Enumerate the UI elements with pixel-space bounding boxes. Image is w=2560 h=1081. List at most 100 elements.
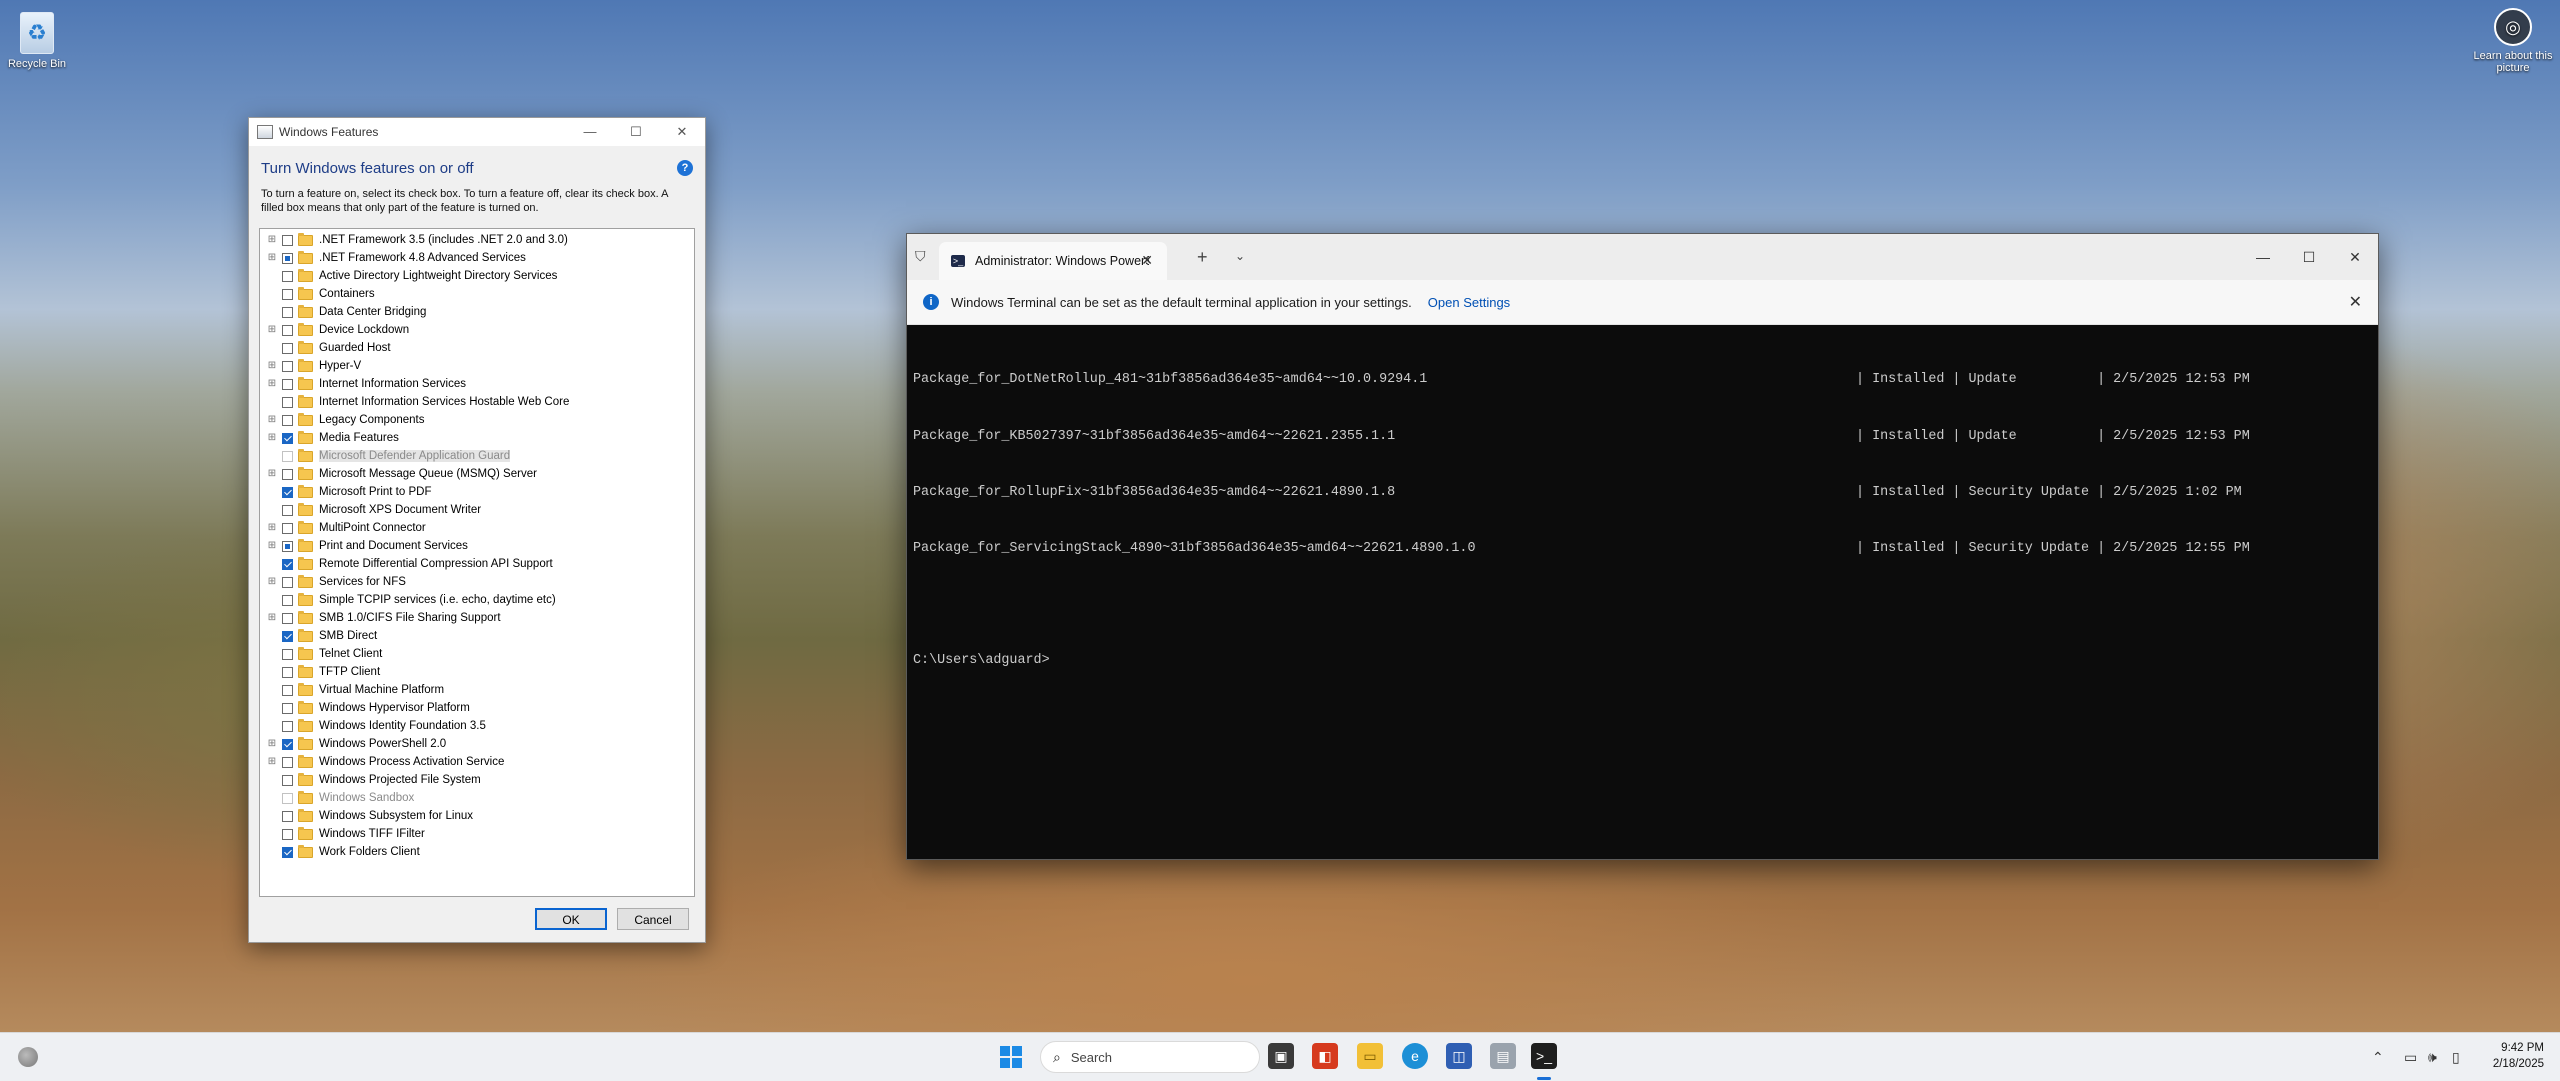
close-button[interactable]: ✕ [659,118,705,146]
feature-checkbox[interactable] [282,306,293,318]
feature-checkbox[interactable] [282,288,293,300]
feature-row[interactable]: ⊞ Media Features [260,429,692,447]
feature-checkbox[interactable] [282,468,293,480]
feature-row[interactable]: Telnet Client [260,645,692,663]
chevron-up-icon[interactable]: ⌃ [2372,1049,2384,1066]
feature-row[interactable]: ⊞ .NET Framework 3.5 (includes .NET 2.0 a… [260,231,692,249]
feature-row[interactable]: Windows Projected File System [260,771,692,789]
feature-row[interactable]: SMB Direct [260,627,692,645]
feature-row[interactable]: Virtual Machine Platform [260,681,692,699]
feature-row[interactable]: ⊞ Windows PowerShell 2.0 [260,735,692,753]
feature-row[interactable]: ⊞ .NET Framework 4.8 Advanced Services [260,249,692,267]
feature-row[interactable]: Simple TCPIP services (i.e. echo, daytim… [260,591,692,609]
system-clock[interactable]: 9:42 PM 2/18/2025 [2493,1040,2544,1072]
open-settings-link[interactable]: Open Settings [1428,295,1510,310]
office-icon[interactable]: ◧ [1312,1043,1338,1069]
expand-icon[interactable]: ⊞ [267,379,277,389]
feature-checkbox[interactable] [282,810,293,822]
feature-checkbox[interactable] [282,738,293,750]
feature-row[interactable]: ⊞ Legacy Components [260,411,692,429]
feature-row[interactable]: Guarded Host [260,339,692,357]
feature-checkbox[interactable] [282,576,293,588]
feature-row[interactable]: Microsoft Defender Application Guard [260,447,692,465]
tab-powershell[interactable]: >_ Administrator: Windows PowerShell ✕ [939,242,1167,280]
feature-row[interactable]: Microsoft Print to PDF [260,483,692,501]
feature-checkbox[interactable] [282,414,293,426]
feature-row[interactable]: Active Directory Lightweight Directory S… [260,267,692,285]
expand-icon[interactable]: ⊞ [267,253,277,263]
cancel-button[interactable]: Cancel [617,908,689,930]
feature-checkbox[interactable] [282,270,293,282]
feature-row[interactable]: TFTP Client [260,663,692,681]
windows-features-taskbar-icon[interactable]: ▤ [1490,1043,1516,1069]
feature-checkbox[interactable] [282,234,293,246]
feature-checkbox[interactable] [282,378,293,390]
terminal-taskbar-icon[interactable]: >_ [1531,1043,1557,1069]
feature-checkbox[interactable] [282,396,293,408]
feature-row[interactable]: ⊞ Hyper-V [260,357,692,375]
feature-row[interactable]: Windows Hypervisor Platform [260,699,692,717]
expand-icon[interactable]: ⊞ [267,235,277,245]
features-tree[interactable]: ⊞ .NET Framework 3.5 (includes .NET 2.0 a… [259,228,695,897]
feature-row[interactable]: Microsoft XPS Document Writer [260,501,692,519]
infobar-close-icon[interactable]: ✕ [2349,292,2362,312]
feature-checkbox[interactable] [282,486,293,498]
widgets-icon[interactable] [18,1047,38,1067]
feature-row[interactable]: ⊞ SMB 1.0/CIFS File Sharing Support [260,609,692,627]
terminal-maximize-button[interactable]: ☐ [2286,242,2332,272]
feature-checkbox[interactable] [282,630,293,642]
new-tab-icon[interactable]: + [1197,247,1208,268]
expand-icon[interactable]: ⊞ [267,469,277,479]
ok-button[interactable]: OK [535,908,607,930]
expand-icon[interactable]: ⊞ [267,361,277,371]
chevron-down-icon[interactable]: ⌄ [1235,249,1245,263]
feature-row[interactable]: ⊞ Windows Process Activation Service [260,753,692,771]
feature-row[interactable]: Containers [260,285,692,303]
task-view-icon[interactable]: ▣ [1268,1043,1294,1069]
terminal-console[interactable]: Package_for_DotNetRollup_481~31bf3856ad3… [913,334,2368,852]
feature-checkbox[interactable] [282,324,293,336]
feature-row[interactable]: Work Folders Client [260,843,692,861]
feature-checkbox[interactable] [282,360,293,372]
expand-icon[interactable]: ⊞ [267,541,277,551]
battery-icon[interactable]: ▯ [2452,1049,2460,1066]
edge-browser-icon[interactable]: e [1402,1043,1428,1069]
feature-checkbox[interactable] [282,828,293,840]
feature-checkbox[interactable] [282,720,293,732]
feature-row[interactable]: Remote Differential Compression API Supp… [260,555,692,573]
feature-checkbox[interactable] [282,522,293,534]
feature-checkbox[interactable] [282,702,293,714]
expand-icon[interactable]: ⊞ [267,757,277,767]
feature-checkbox[interactable] [282,684,293,696]
feature-row[interactable]: Windows Subsystem for Linux [260,807,692,825]
feature-checkbox[interactable] [282,540,293,552]
feature-checkbox[interactable] [282,666,293,678]
network-icon[interactable]: ▭ [2404,1049,2417,1066]
feature-checkbox[interactable] [282,558,293,570]
feature-checkbox[interactable] [282,612,293,624]
feature-checkbox[interactable] [282,594,293,606]
feature-row[interactable]: ⊞ MultiPoint Connector [260,519,692,537]
expand-icon[interactable]: ⊞ [267,577,277,587]
feature-checkbox[interactable] [282,252,293,264]
feature-row[interactable]: ⊞ Microsoft Message Queue (MSMQ) Server [260,465,692,483]
tab-close-icon[interactable]: ✕ [1141,252,1153,269]
recycle-bin-shortcut[interactable]: ♻ Recycle Bin [0,6,74,70]
dialog-titlebar[interactable]: Windows Features — ☐ ✕ [249,118,705,146]
feature-checkbox[interactable] [282,846,293,858]
feature-row[interactable]: Internet Information Services Hostable W… [260,393,692,411]
feature-checkbox[interactable] [282,504,293,516]
feature-row[interactable]: ⊞ Print and Document Services [260,537,692,555]
expand-icon[interactable]: ⊞ [267,739,277,749]
maximize-button[interactable]: ☐ [613,118,659,146]
start-button[interactable] [1000,1046,1022,1068]
feature-row[interactable]: ⊞ Device Lockdown [260,321,692,339]
feature-checkbox[interactable] [282,648,293,660]
expand-icon[interactable]: ⊞ [267,325,277,335]
microsoft-store-icon[interactable]: ◫ [1446,1043,1472,1069]
feature-row[interactable]: Data Center Bridging [260,303,692,321]
terminal-tab-bar[interactable]: ⛉ >_ Administrator: Windows PowerShell ✕… [907,234,2378,280]
feature-checkbox[interactable] [282,756,293,768]
expand-icon[interactable]: ⊞ [267,415,277,425]
help-icon[interactable]: ? [677,160,693,176]
